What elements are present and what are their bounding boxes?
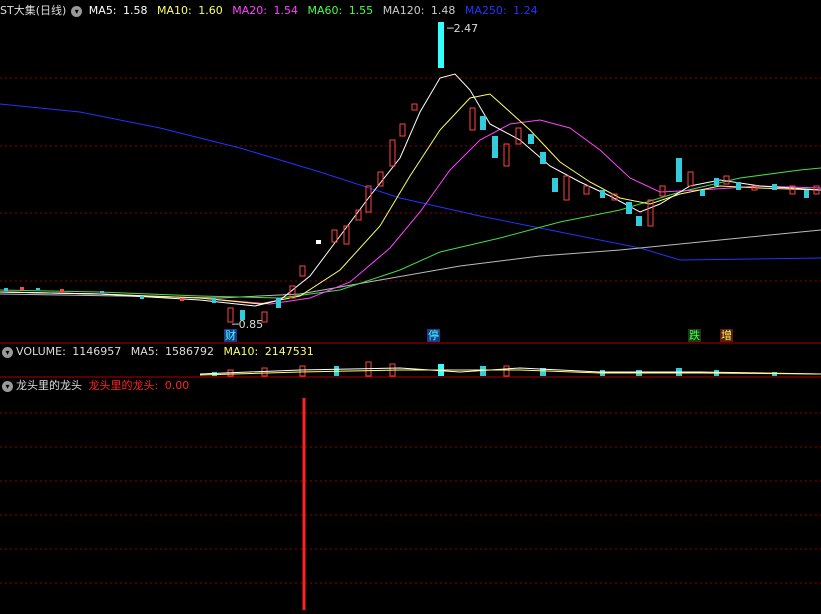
candle [540,152,546,164]
candle [700,190,705,196]
candle [20,287,24,290]
volume-label: VOLUME: 1146957 [16,345,122,358]
volume-collapse-icon[interactable]: ▾ [2,346,13,358]
candle [552,178,558,192]
candle [411,103,418,111]
candle [399,123,406,137]
volume-ma10: MA10: 2147531 [223,345,314,358]
indicator-name: 龙头里的龙头 [16,379,82,392]
chart-canvas[interactable] [0,0,821,614]
high-price-label: ─2.47 [447,22,479,35]
candle [60,289,64,292]
volume-bar [503,365,510,377]
marker-increase[interactable]: 增 [720,327,733,343]
indicator-collapse-icon[interactable]: ▾ [2,380,13,392]
candle [503,143,510,167]
candle [804,190,809,198]
indicator-value: 龙头里的龙头: 0.00 [88,379,190,392]
candle [36,288,40,290]
candle [563,175,570,201]
candle [626,202,632,214]
candle [515,127,522,145]
candle [772,184,777,190]
candle [659,185,666,197]
indicator-header: ▾ 龙头里的龙头 龙头里的龙头: 0.00 [0,378,195,394]
marker-drop[interactable]: 跌 [688,327,701,343]
candle [480,116,486,130]
ma250-line [0,103,821,261]
marker-finance[interactable]: 财 [224,327,237,343]
candle [316,240,321,244]
candle [140,296,144,299]
ma20-line [0,119,821,305]
candle [389,139,396,167]
candle [492,136,498,158]
candle [212,298,216,303]
candle [528,134,534,144]
candle [276,298,281,308]
candle [100,291,104,293]
candle [676,158,682,182]
ma120-line [0,229,821,299]
volume-bar [299,365,306,377]
candle [343,225,350,245]
volume-bar [261,367,268,377]
candle [736,182,741,190]
candlesticks [4,22,820,323]
ma10-line [0,93,821,305]
candle [377,171,384,187]
candle [365,185,372,213]
candle [723,175,730,185]
marker-halt[interactable]: 停 [427,327,440,343]
candle [469,107,476,131]
candle [583,185,590,195]
candle [4,288,8,291]
candle [299,265,306,277]
candle [687,171,694,187]
candle [600,190,605,198]
candle [438,22,444,68]
volume-header: ▾ VOLUME: 1146957 MA5: 1586792 MA10: 2147… [0,344,320,360]
candle [180,298,184,301]
volume-bar [212,372,217,376]
volume-ma5: MA5: 1586792 [130,345,215,358]
candle [714,178,719,186]
volume-bars [212,361,777,377]
ma60-line [0,167,821,299]
candle [636,216,642,226]
